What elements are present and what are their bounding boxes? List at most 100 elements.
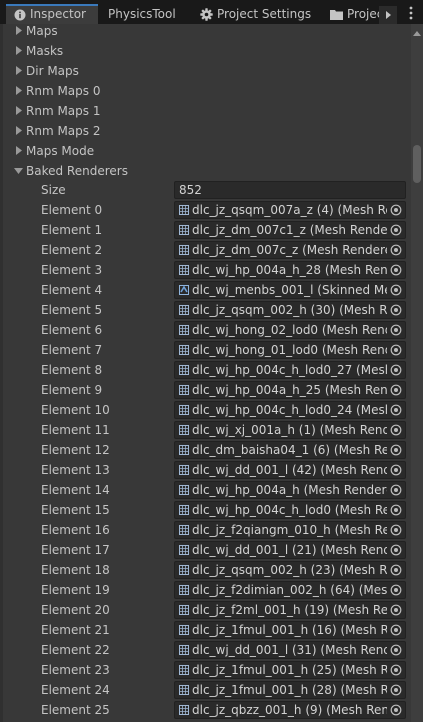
gear-icon — [200, 8, 213, 21]
object-picker-icon[interactable] — [390, 624, 402, 636]
object-picker-icon[interactable] — [390, 544, 402, 556]
object-field[interactable]: dlc_jz_f2ml_001_h (19) (Mesh Renderer) — [174, 601, 406, 619]
element-row: Element 21 dlc_jz_1fmul_001_h (16) (Mesh … — [0, 620, 411, 640]
scrollbar-thumb[interactable] — [413, 145, 421, 183]
object-field[interactable]: dlc_wj_hp_004a_h_25 (Mesh Renderer) — [174, 381, 406, 399]
vertical-scrollbar[interactable] — [411, 24, 423, 722]
tab-label: PhysicsTool — [108, 7, 176, 21]
element-row: Element 5 dlc_jz_qsqm_002_h (30) (Mesh Re… — [0, 300, 411, 320]
object-field-value: dlc_wj_dd_001_l (31) (Mesh Renderer) — [192, 643, 387, 657]
object-field[interactable]: dlc_wj_dd_001_l (21) (Mesh Renderer) — [174, 541, 406, 559]
kebab-menu-icon[interactable] — [407, 5, 415, 21]
foldout-collapsed-icon[interactable] — [14, 86, 23, 95]
foldout-rnm-maps-2[interactable]: Rnm Maps 2 — [0, 121, 411, 141]
object-picker-icon[interactable] — [390, 584, 402, 596]
object-field[interactable]: dlc_jz_qsqm_002_h (23) (Mesh Renderer) — [174, 561, 406, 579]
object-field[interactable]: dlc_wj_dd_001_l (42) (Mesh Renderer) — [174, 461, 406, 479]
object-picker-icon[interactable] — [390, 444, 402, 456]
object-picker-icon[interactable] — [390, 684, 402, 696]
size-field[interactable]: 852 — [174, 181, 406, 199]
mesh-renderer-icon — [179, 705, 189, 715]
foldout-collapsed-icon[interactable] — [14, 106, 23, 115]
element-label: Element 6 — [41, 323, 103, 337]
object-picker-icon[interactable] — [390, 384, 402, 396]
foldout-collapsed-icon[interactable] — [14, 126, 23, 135]
scroll-up-icon[interactable] — [413, 30, 421, 38]
object-field[interactable]: dlc_dm_baisha04_1 (6) (Mesh Renderer) — [174, 441, 406, 459]
object-picker-icon[interactable] — [390, 424, 402, 436]
object-picker-icon[interactable] — [390, 324, 402, 336]
object-field[interactable]: dlc_jz_dm_007c1_z (Mesh Renderer) — [174, 221, 406, 239]
object-field[interactable]: dlc_wj_hp_004c_h_lod0 (Mesh Renderer) — [174, 501, 406, 519]
object-field[interactable]: dlc_wj_xj_001a_h (1) (Mesh Renderer) — [174, 421, 406, 439]
object-field[interactable]: dlc_wj_menbs_001_l (Skinned Mesh Rendere… — [174, 281, 406, 299]
object-field[interactable]: dlc_wj_hp_004a_h_28 (Mesh Renderer) — [174, 261, 406, 279]
object-picker-icon[interactable] — [390, 244, 402, 256]
object-picker-icon[interactable] — [390, 364, 402, 376]
element-label: Element 25 — [41, 703, 110, 717]
object-picker-icon[interactable] — [390, 644, 402, 656]
object-picker-icon[interactable] — [390, 344, 402, 356]
foldout-rnm-maps-1[interactable]: Rnm Maps 1 — [0, 101, 411, 121]
object-picker-icon[interactable] — [390, 564, 402, 576]
element-label: Element 15 — [41, 503, 110, 517]
object-picker-icon[interactable] — [390, 484, 402, 496]
foldout-label: Rnm Maps 0 — [26, 84, 101, 98]
mesh-renderer-icon — [179, 685, 189, 695]
object-field[interactable]: dlc_wj_hp_004c_h_lod0_27 (Mesh Renderer) — [174, 361, 406, 379]
object-field[interactable]: dlc_wj_hong_01_lod0 (Mesh Renderer) — [174, 341, 406, 359]
foldout-label: Baked Renderers — [26, 164, 128, 178]
object-picker-icon[interactable] — [390, 204, 402, 216]
object-picker-icon[interactable] — [390, 524, 402, 536]
foldout-baked-renderers[interactable]: Baked Renderers — [0, 161, 411, 181]
object-field[interactable]: dlc_jz_1fmul_001_h (25) (Mesh Renderer) — [174, 661, 406, 679]
tab-physics-tool[interactable]: PhysicsTool — [104, 4, 190, 24]
object-picker-icon[interactable] — [390, 224, 402, 236]
object-field[interactable]: dlc_wj_dd_001_l (31) (Mesh Renderer) — [174, 641, 406, 659]
object-picker-icon[interactable] — [390, 404, 402, 416]
element-row: Element 19 dlc_jz_f2dimian_002_h (64) (Me… — [0, 580, 411, 600]
object-field[interactable]: dlc_jz_qsqm_002_h (30) (Mesh Renderer) — [174, 301, 406, 319]
object-field[interactable]: dlc_wj_hp_004a_h (Mesh Renderer) — [174, 481, 406, 499]
mesh-renderer-icon — [179, 505, 189, 515]
object-picker-icon[interactable] — [390, 704, 402, 716]
foldout-collapsed-icon[interactable] — [14, 26, 23, 35]
object-field-value: dlc_jz_f2ml_001_h (19) (Mesh Renderer) — [192, 603, 387, 617]
element-label: Element 5 — [41, 303, 103, 317]
tab-inspector[interactable]: Inspector — [6, 4, 98, 24]
foldout-maps-mode[interactable]: Maps Mode — [0, 141, 411, 161]
foldout-collapsed-icon[interactable] — [14, 146, 23, 155]
tab-project-settings[interactable]: Project Settings — [196, 4, 320, 24]
foldout-masks[interactable]: Masks — [0, 41, 411, 61]
object-field[interactable]: dlc_jz_1fmul_001_h (28) (Mesh Renderer) — [174, 681, 406, 699]
foldout-expanded-icon[interactable] — [14, 166, 23, 175]
element-row: Element 22 dlc_wj_dd_001_l (31) (Mesh Ren… — [0, 640, 411, 660]
object-field[interactable]: dlc_jz_f2dimian_002_h (64) (Mesh Rendere… — [174, 581, 406, 599]
object-picker-icon[interactable] — [390, 284, 402, 296]
foldout-label: Rnm Maps 1 — [26, 104, 101, 118]
object-field-value: dlc_jz_f2qiangm_010_h (Mesh Renderer) — [192, 523, 387, 537]
object-picker-icon[interactable] — [390, 604, 402, 616]
object-picker-icon[interactable] — [390, 464, 402, 476]
object-field[interactable]: dlc_jz_1fmul_001_h (16) (Mesh Renderer) — [174, 621, 406, 639]
element-label: Element 23 — [41, 663, 110, 677]
foldout-rnm-maps-0[interactable]: Rnm Maps 0 — [0, 81, 411, 101]
element-label: Element 14 — [41, 483, 110, 497]
object-field[interactable]: dlc_jz_qbzz_001_h (9) (Mesh Renderer) — [174, 701, 406, 719]
foldout-dir-maps[interactable]: Dir Maps — [0, 61, 411, 81]
foldout-collapsed-icon[interactable] — [14, 46, 23, 55]
element-label: Element 4 — [41, 283, 103, 297]
foldout-maps[interactable]: Maps — [0, 24, 411, 41]
foldout-collapsed-icon[interactable] — [14, 66, 23, 75]
tab-scroll-right-icon[interactable] — [379, 6, 397, 24]
object-picker-icon[interactable] — [390, 664, 402, 676]
element-row: Element 13 dlc_wj_dd_001_l (42) (Mesh Ren… — [0, 460, 411, 480]
object-picker-icon[interactable] — [390, 264, 402, 276]
object-picker-icon[interactable] — [390, 304, 402, 316]
object-field[interactable]: dlc_jz_qsqm_007a_z (4) (Mesh Renderer) — [174, 201, 406, 219]
object-field[interactable]: dlc_jz_f2qiangm_010_h (Mesh Renderer) — [174, 521, 406, 539]
object-field[interactable]: dlc_wj_hp_004c_h_lod0_24 (Mesh Renderer) — [174, 401, 406, 419]
object-field[interactable]: dlc_jz_dm_007c_z (Mesh Renderer) — [174, 241, 406, 259]
object-picker-icon[interactable] — [390, 504, 402, 516]
object-field[interactable]: dlc_wj_hong_02_lod0 (Mesh Renderer) — [174, 321, 406, 339]
